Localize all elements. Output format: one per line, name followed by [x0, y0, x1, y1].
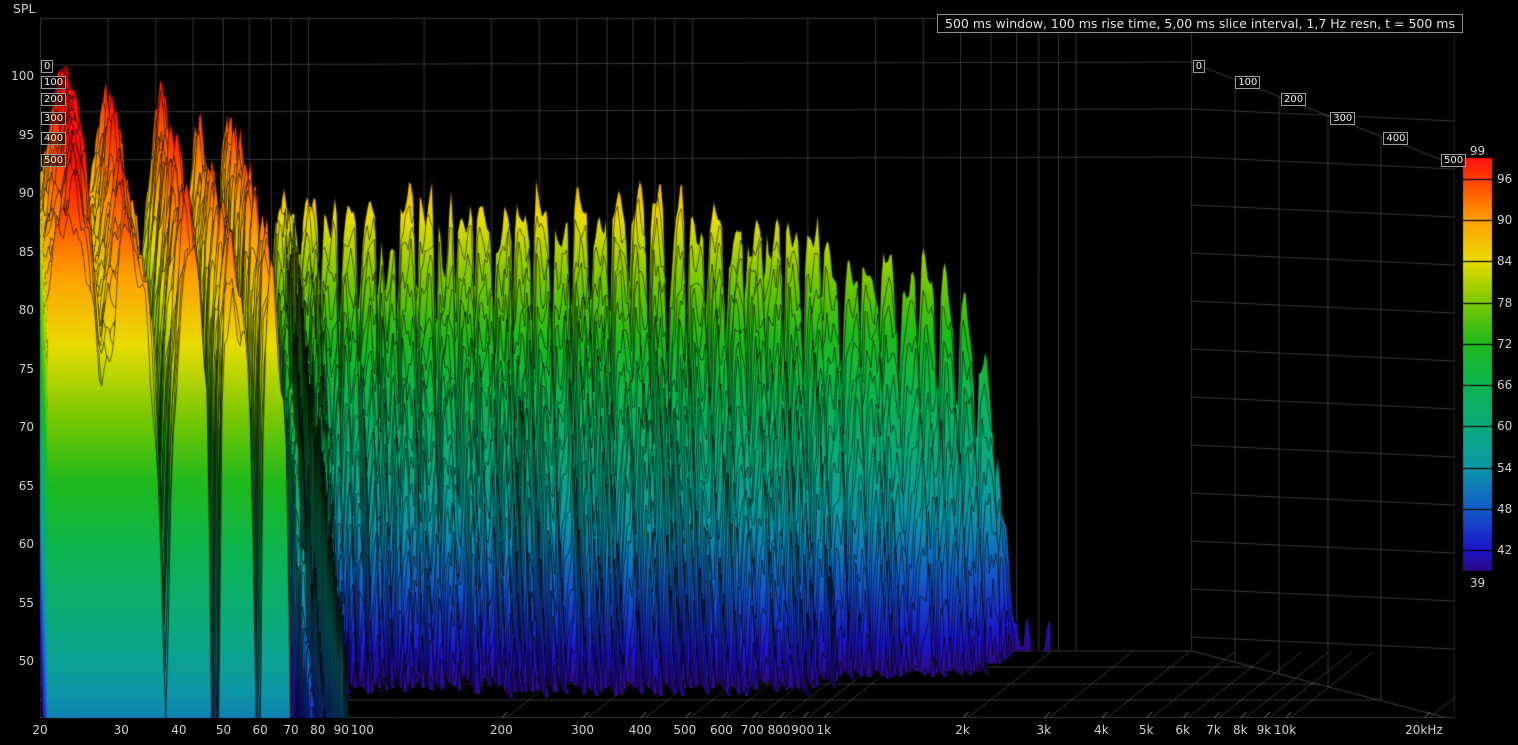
time-slice-label-right: 300: [1330, 112, 1355, 125]
time-slice-label-left: 500: [41, 154, 66, 167]
measurement-info-box: 500 ms window, 100 ms rise time, 5,00 ms…: [937, 14, 1463, 33]
spl-tick-label: 85: [0, 245, 34, 259]
spl-tick-label: 70: [0, 420, 34, 434]
waterfall-window: SPL 500 ms window, 100 ms rise time, 5,0…: [0, 0, 1518, 745]
freq-tick-label: 20: [12, 723, 68, 737]
colorbar-tick-label: 78: [1497, 296, 1518, 310]
colorbar-tick-label: 84: [1497, 254, 1518, 268]
spl-tick-label: 60: [0, 537, 34, 551]
time-slice-label-left: 200: [41, 93, 66, 106]
colorbar-tick-label: 96: [1497, 172, 1518, 186]
spl-tick-label: 75: [0, 362, 34, 376]
colorbar-tick-label: 66: [1497, 378, 1518, 392]
spl-tick-label: 100: [0, 69, 34, 83]
spl-tick-label: 80: [0, 303, 34, 317]
time-slice-label-right: 100: [1235, 76, 1260, 89]
freq-tick-label: 100: [334, 723, 390, 737]
colorbar-tick-label: 48: [1497, 502, 1518, 516]
spl-tick-label: 55: [0, 596, 34, 610]
freq-tick-label: 20kHz: [1396, 723, 1452, 737]
time-slice-label-left: 400: [41, 132, 66, 145]
time-slice-label-left: 300: [41, 112, 66, 125]
freq-tick-label: 1k: [796, 723, 852, 737]
colorbar-min-label: 39: [1463, 576, 1492, 590]
colorbar-tick-label: 54: [1497, 461, 1518, 475]
colorbar-max-label: 99: [1463, 144, 1492, 158]
spl-axis-title: SPL: [13, 1, 35, 16]
spl-tick-label: 50: [0, 654, 34, 668]
freq-tick-label: 2k: [935, 723, 991, 737]
spl-tick-label: 90: [0, 186, 34, 200]
freq-tick-label: 300: [555, 723, 611, 737]
time-slice-label-left: 0: [41, 60, 53, 73]
freq-tick-label: 3k: [1016, 723, 1072, 737]
colorbar-tick-label: 60: [1497, 419, 1518, 433]
colorbar-tick-label: 72: [1497, 337, 1518, 351]
time-slice-label-right: 0: [1193, 60, 1205, 73]
colorbar-tick-label: 90: [1497, 213, 1518, 227]
time-slice-label-left: 100: [41, 76, 66, 89]
waterfall-3d-canvas[interactable]: [0, 0, 1518, 745]
freq-tick-label: 30: [93, 723, 149, 737]
time-slice-label-right: 400: [1383, 132, 1408, 145]
freq-tick-label: 10k: [1257, 723, 1313, 737]
freq-tick-label: 200: [473, 723, 529, 737]
spl-tick-label: 95: [0, 128, 34, 142]
time-slice-label-right: 200: [1281, 93, 1306, 106]
colorbar-tick-label: 42: [1497, 543, 1518, 557]
spl-tick-label: 65: [0, 479, 34, 493]
